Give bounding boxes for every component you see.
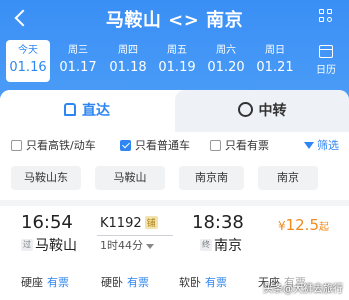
divider — [0, 200, 349, 206]
tab-direct[interactable]: 直达 — [0, 90, 174, 132]
date-day: 01.16 — [9, 60, 47, 75]
filter-high-speed-label: 只看高铁/动车 — [26, 139, 96, 152]
date-day: 01.20 — [207, 60, 245, 75]
menu-grid-icon[interactable] — [319, 9, 335, 25]
station-chip[interactable]: 南京 — [258, 166, 318, 190]
depart-station: 过马鞍山 — [21, 235, 77, 255]
filter-button-label: 筛选 — [317, 139, 339, 152]
filter-available-label: 只看有票 — [225, 139, 269, 152]
seat-status: 有票 — [205, 276, 227, 289]
date-day: 01.17 — [59, 60, 97, 75]
sleeper-badge: 铺 — [144, 216, 158, 229]
seat-status: 有票 — [127, 276, 149, 289]
seat-status: 有票 — [47, 276, 69, 289]
station-chips: 马鞍山东 马鞍山 南京南 南京 — [0, 166, 349, 192]
date-item[interactable]: 周三 01.17 — [56, 40, 100, 82]
watermark: 头条@大狮去旅行 — [263, 284, 343, 295]
filter-button[interactable]: 筛选 — [304, 138, 339, 154]
tab-direct-label: 直达 — [82, 103, 110, 119]
date-item[interactable]: 周六 01.20 — [204, 40, 248, 82]
funnel-icon — [304, 141, 314, 149]
date-item[interactable]: 周日 01.21 — [253, 40, 297, 82]
seat-name: 硬卧 — [101, 276, 123, 289]
route-title: 马鞍山 <> 南京 — [105, 10, 244, 31]
tab-bar: 直达 中转 — [0, 90, 349, 132]
date-item[interactable]: 周五 01.19 — [155, 40, 199, 82]
date-day: 01.19 — [158, 60, 196, 75]
tab-transfer-label: 中转 — [258, 103, 287, 119]
terminal-tag: 终 — [200, 239, 212, 251]
price-suffix: 起 — [319, 222, 329, 233]
calendar-label: 日历 — [316, 65, 336, 76]
seat-name: 软卧 — [179, 276, 201, 289]
calendar-icon — [319, 45, 333, 58]
depart-time: 16:54 — [21, 212, 73, 233]
arrive-station: 终南京 — [200, 235, 242, 255]
chevron-down-icon — [146, 243, 154, 249]
transfer-icon — [237, 101, 253, 117]
station-chip[interactable]: 南京南 — [179, 166, 244, 190]
date-day: 01.21 — [256, 60, 294, 75]
result-panel: 直达 中转 只看高铁/动车 只看普通车 只看有票 筛选 马鞍山东 马鞍山 南京南… — [0, 90, 349, 300]
header-bar: 马鞍山 <> 南京 今天 01.16 周三 01.17 周四 01.18 周五 … — [0, 0, 349, 100]
train-number: K1192 铺 — [100, 216, 158, 231]
station-chip[interactable]: 马鞍山 — [95, 166, 165, 190]
calendar-button[interactable]: 日历 — [311, 43, 341, 76]
price: ¥12.5起 — [278, 216, 329, 234]
date-day: 01.18 — [109, 60, 147, 75]
depart-station-name: 马鞍山 — [35, 238, 77, 254]
price-value: 12.5 — [285, 216, 319, 234]
filter-available[interactable]: 只看有票 — [210, 138, 269, 154]
arrive-station-name: 南京 — [214, 238, 242, 254]
date-weekday: 周四 — [118, 45, 138, 56]
route-line — [97, 235, 173, 236]
checkbox-icon — [11, 139, 22, 151]
duration[interactable]: 1时44分 — [100, 237, 154, 253]
duration-text: 1时44分 — [100, 239, 143, 252]
filter-row: 只看高铁/动车 只看普通车 只看有票 筛选 — [0, 138, 349, 158]
date-item[interactable]: 周四 01.18 — [106, 40, 150, 82]
date-weekday: 今天 — [18, 45, 38, 56]
checkbox-checked-icon — [120, 139, 131, 151]
seat-item: 硬卧 有票 — [101, 275, 149, 291]
train-icon — [64, 102, 76, 116]
arrive-time: 18:38 — [192, 212, 244, 233]
seat-item: 软卧 有票 — [179, 275, 227, 291]
seat-item: 硬座 有票 — [21, 275, 69, 291]
date-today[interactable]: 今天 01.16 — [6, 40, 50, 82]
tab-transfer[interactable]: 中转 — [175, 90, 349, 132]
pass-tag: 过 — [21, 239, 33, 251]
price-symbol: ¥ — [277, 219, 286, 233]
date-weekday: 周三 — [68, 45, 88, 56]
filter-normal-label: 只看普通车 — [135, 139, 190, 152]
checkbox-icon — [210, 139, 221, 151]
station-chip[interactable]: 马鞍山东 — [11, 166, 81, 190]
filter-high-speed[interactable]: 只看高铁/动车 — [11, 138, 96, 154]
nav-bar: 马鞍山 <> 南京 — [0, 0, 349, 38]
seat-name: 硬座 — [21, 276, 43, 289]
train-number-text: K1192 — [100, 216, 142, 231]
date-weekday: 周日 — [265, 45, 285, 56]
date-strip: 今天 01.16 周三 01.17 周四 01.18 周五 01.19 周六 0… — [6, 40, 344, 84]
date-weekday: 周五 — [167, 45, 187, 56]
filter-normal[interactable]: 只看普通车 — [120, 138, 190, 154]
date-weekday: 周六 — [216, 45, 236, 56]
